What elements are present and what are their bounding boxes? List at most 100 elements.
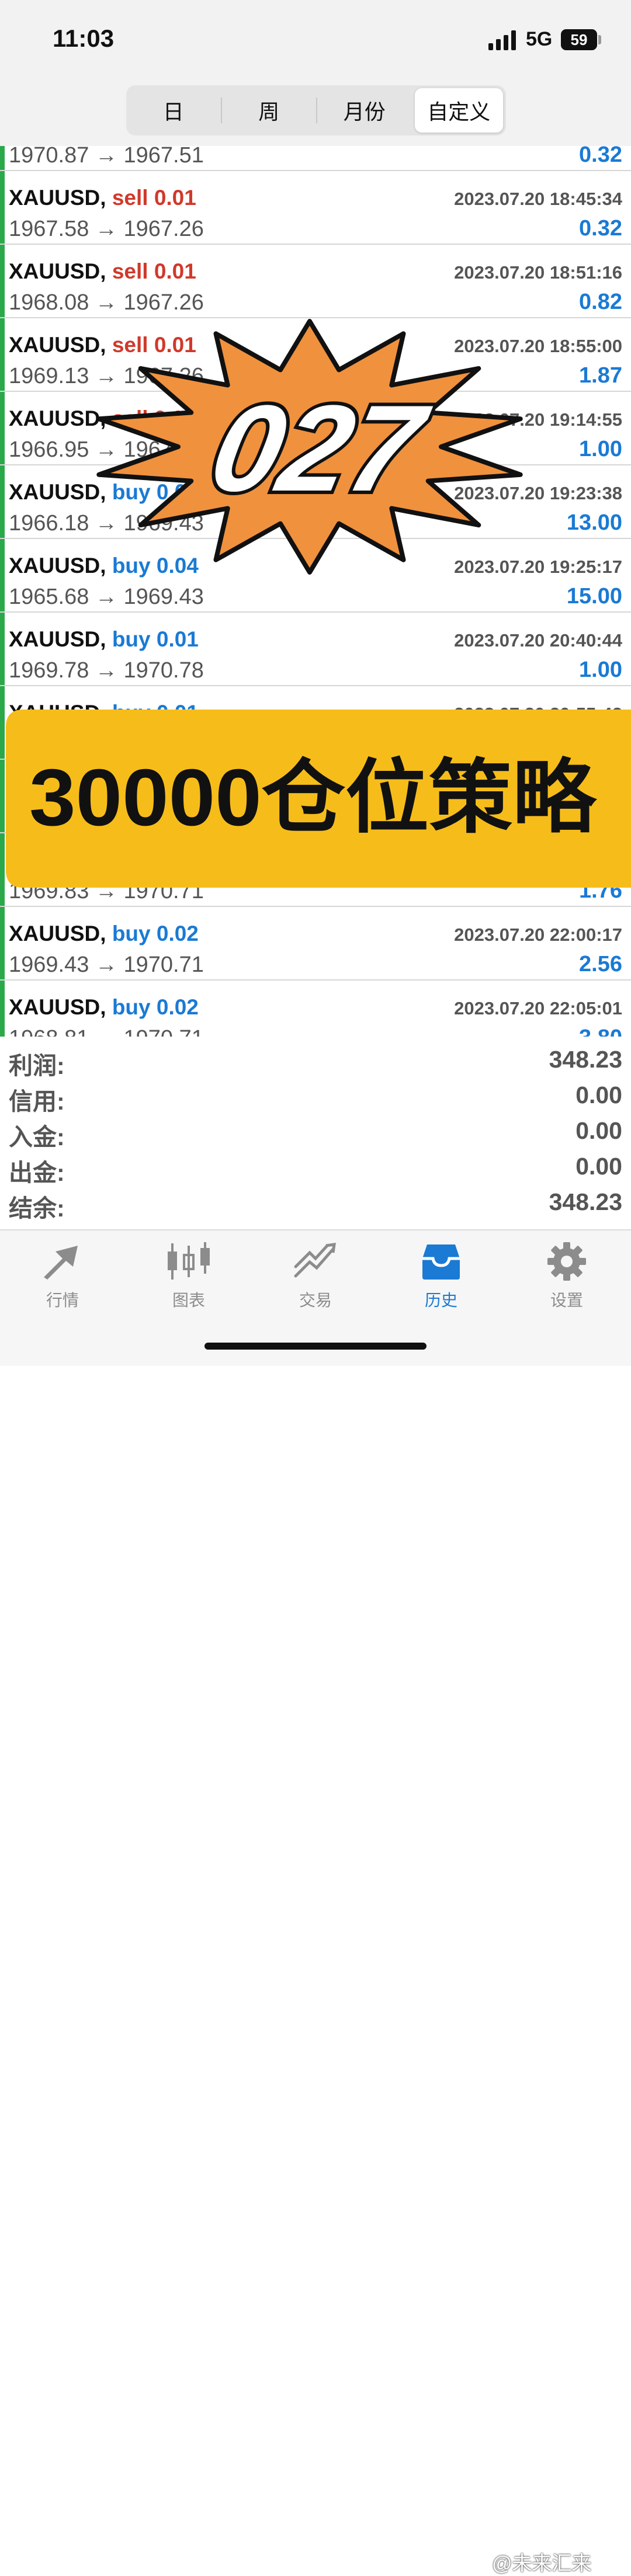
- summary-value: 0.00: [575, 1082, 622, 1108]
- trade-lot: 0.01: [156, 627, 199, 651]
- trade-profit: 13.00: [566, 510, 622, 535]
- symbol-name: XAUUSD,: [9, 259, 106, 283]
- signal-icon: [488, 30, 516, 50]
- account-summary: 利润: 348.23 信用: 0.00 入金: 0.00 出金: 0.00 结余: 348.23: [0, 1037, 631, 1229]
- trade-profit: 0.32: [579, 216, 622, 241]
- trade-row[interactable]: XAUUSD, sell 0.01 2023.07.20 18:45:34 1967…: [0, 171, 631, 245]
- trade-type: sell: [112, 259, 148, 283]
- quotes-icon: [44, 1246, 78, 1280]
- segment-week[interactable]: 周: [225, 88, 314, 133]
- tab-trade[interactable]: 交易: [266, 1241, 365, 1311]
- battery-tip: [598, 35, 601, 44]
- trade-datetime: 2023.07.20 18:51:16: [454, 262, 622, 283]
- segment-divider: [220, 98, 222, 123]
- chart-icon: [168, 1242, 210, 1280]
- trade-datetime: 2023.07.20 20:40:44: [454, 630, 622, 651]
- summary-label: 结余:: [9, 1195, 65, 1222]
- trade-icon: [294, 1243, 336, 1278]
- trade-lot: 0.01: [154, 259, 196, 283]
- tab-trade-label: 交易: [299, 1291, 332, 1309]
- home-indicator[interactable]: [204, 1343, 427, 1350]
- trade-symbol: XAUUSD, sell 0.01: [9, 186, 196, 210]
- trade-profit: 1.00: [579, 658, 622, 682]
- summary-row: 出金: 0.00: [0, 1150, 631, 1186]
- trade-datetime: 2023.07.20 22:05:01: [454, 998, 622, 1018]
- watermark: @未来汇来: [492, 2553, 592, 2575]
- summary-row: 入金: 0.00: [0, 1115, 631, 1150]
- symbol-name: XAUUSD,: [9, 922, 106, 945]
- network-type: 5G: [526, 28, 553, 50]
- trade-type: buy: [112, 922, 151, 945]
- summary-value: 0.00: [575, 1153, 622, 1180]
- tab-chart-label: 图表: [172, 1291, 205, 1309]
- tab-history-label: 历史: [424, 1291, 457, 1309]
- tab-quotes[interactable]: 行情: [13, 1241, 112, 1311]
- trade-type: buy: [112, 995, 151, 1019]
- trade-lot: 0.02: [156, 922, 199, 945]
- summary-label: 出金:: [9, 1159, 65, 1186]
- summary-label: 利润:: [9, 1052, 65, 1079]
- trade-row[interactable]: XAUUSD, buy 0.01 2023.07.20 20:40:44 1969.…: [0, 613, 631, 686]
- segment-custom[interactable]: 自定义: [414, 88, 503, 133]
- trade-symbol: XAUUSD, buy 0.02: [9, 995, 199, 1020]
- trade-profit: 15.00: [566, 584, 622, 609]
- summary-value: 348.23: [549, 1188, 622, 1215]
- summary-label: 入金:: [9, 1124, 65, 1150]
- badge-starburst: 027: [96, 319, 523, 575]
- status-time: 11:03: [53, 25, 115, 52]
- trade-lot: 0.02: [156, 995, 199, 1019]
- trade-profit: 1.87: [579, 363, 622, 388]
- banner-text: 30000仓位策略: [29, 753, 597, 843]
- tab-chart[interactable]: 图表: [139, 1241, 238, 1311]
- trade-price: 1970.87 → 1967.51: [9, 146, 204, 168]
- history-icon: [422, 1244, 460, 1280]
- trade-row[interactable]: XAUUSD, buy 0.02 2023.07.20 22:00:17 1969.…: [0, 907, 631, 981]
- summary-value: 0.00: [575, 1117, 622, 1144]
- trade-profit: 2.56: [579, 952, 622, 976]
- trade-type: sell: [112, 186, 148, 210]
- title-banner: 30000仓位策略: [6, 710, 631, 888]
- trade-symbol: XAUUSD, buy 0.02: [9, 922, 199, 946]
- trade-row[interactable]: XAUUSD, buy 0.02 2023.07.20 22:05:01 1968.…: [0, 981, 631, 1037]
- symbol-name: XAUUSD,: [9, 995, 106, 1019]
- trade-type: buy: [112, 627, 151, 651]
- trade-price: 1968.08 → 1967.26: [9, 290, 204, 315]
- tab-history[interactable]: 历史: [391, 1241, 491, 1311]
- symbol-name: XAUUSD,: [9, 627, 106, 651]
- summary-row: 信用: 0.00: [0, 1079, 631, 1115]
- summary-label: 信用:: [9, 1088, 65, 1115]
- settings-icon: [547, 1242, 586, 1281]
- trade-price: 1965.68 → 1969.43: [9, 585, 204, 609]
- trade-datetime: 2023.07.20 22:00:17: [454, 924, 622, 945]
- segment-day[interactable]: 日: [129, 88, 218, 133]
- trade-row-partial[interactable]: 1970.87 → 1967.51 0.32: [0, 146, 631, 171]
- trade-history-list[interactable]: 1970.87 → 1967.51 0.32 XAUUSD, sell 0.01 20…: [0, 146, 631, 1037]
- tab-quotes-label: 行情: [46, 1291, 79, 1309]
- tab-settings[interactable]: 设置: [517, 1241, 616, 1311]
- trade-price: 1969.43 → 1970.71: [9, 952, 204, 977]
- badge-number: 027: [200, 380, 439, 516]
- trade-profit: 0.32: [579, 146, 622, 167]
- symbol-name: XAUUSD,: [9, 186, 106, 210]
- battery-icon: 59: [561, 29, 597, 50]
- trade-symbol: XAUUSD, buy 0.01: [9, 627, 199, 652]
- segment-month[interactable]: 月份: [320, 88, 409, 133]
- summary-value: 348.23: [549, 1046, 622, 1073]
- trade-profit: 3.80: [579, 1025, 622, 1037]
- status-bar: 11:03 5G 59: [0, 0, 631, 82]
- trade-datetime: 2023.07.20 18:45:34: [454, 189, 622, 209]
- trade-price: 1969.78 → 1970.78: [9, 658, 204, 683]
- summary-row: 结余: 348.23: [0, 1186, 631, 1222]
- period-segmented-control: 日 周 月份 自定义: [126, 85, 506, 135]
- segment-divider: [316, 98, 317, 123]
- trade-profit: 1.00: [579, 437, 622, 461]
- trade-profit: 0.82: [579, 290, 622, 314]
- summary-row: 利润: 348.23: [0, 1044, 631, 1079]
- trade-price: 1968.81 → 1970.71: [9, 1026, 204, 1037]
- period-selector-bar: 日 周 月份 自定义: [0, 82, 631, 146]
- trade-lot: 0.01: [154, 186, 196, 210]
- trade-price: 1967.58 → 1967.26: [9, 217, 204, 241]
- trade-symbol: XAUUSD, sell 0.01: [9, 259, 196, 284]
- tab-settings-label: 设置: [550, 1291, 583, 1309]
- trade-row[interactable]: XAUUSD, sell 0.01 2023.07.20 18:51:16 1968…: [0, 245, 631, 318]
